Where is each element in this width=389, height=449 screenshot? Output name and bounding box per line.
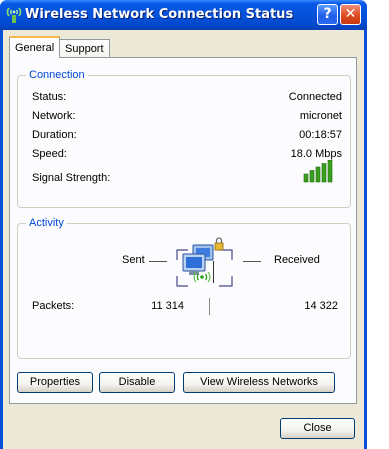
signal-bar [321, 163, 327, 183]
received-label: Received [274, 254, 320, 266]
signal-bar [309, 170, 315, 183]
signal-bar [327, 160, 333, 183]
view-wireless-networks-button[interactable]: View Wireless Networks [183, 372, 335, 393]
network-label: Network: [32, 110, 76, 122]
close-window-button[interactable]: ✕ [340, 4, 361, 25]
tab-page-general: Connection Status: Connected Network: mi… [9, 57, 357, 404]
speed-label: Speed: [32, 148, 67, 160]
tab-general[interactable]: General [9, 36, 61, 58]
received-line [243, 261, 261, 262]
tab-support[interactable]: Support [59, 39, 110, 59]
sent-label: Sent [122, 254, 145, 266]
disable-button[interactable]: Disable [99, 372, 175, 393]
duration-label: Duration: [32, 129, 77, 141]
properties-button[interactable]: Properties [17, 372, 93, 393]
status-label: Status: [32, 91, 67, 103]
help-button[interactable]: ? [317, 4, 338, 25]
activity-group: Activity Sent Received Packets: 11 314 1… [17, 217, 351, 359]
duration-value: 00:18:57 [299, 129, 342, 141]
title-bar[interactable]: Wireless Network Connection Status ? ✕ [0, 0, 367, 30]
signal-bar [303, 173, 309, 183]
signal-strength-label: Signal Strength: [32, 172, 111, 184]
connection-group-label: Connection [26, 69, 88, 82]
signal-bar [315, 166, 321, 183]
activity-group-label: Activity [26, 217, 67, 230]
packets-divider [209, 298, 210, 315]
wireless-network-icon [6, 7, 22, 23]
speed-value: 18.0 Mbps [290, 148, 342, 160]
packets-sent-value: 11 314 [151, 300, 184, 312]
network-activity-icon [176, 237, 233, 287]
status-value: Connected [288, 91, 342, 103]
connection-group: Connection Status: Connected Network: mi… [17, 69, 351, 208]
close-button[interactable]: Close [280, 418, 355, 439]
sent-line [149, 261, 167, 262]
dialog-body: General Support Connection Status: Conne… [3, 30, 364, 449]
packets-label: Packets: [32, 300, 75, 312]
packets-received-value: 14 322 [304, 300, 338, 312]
network-value: micronet [299, 110, 342, 122]
window-title: Wireless Network Connection Status [25, 7, 294, 22]
signal-strength-icon [303, 160, 333, 183]
dialog-window: Wireless Network Connection Status ? ✕ G… [0, 0, 367, 449]
